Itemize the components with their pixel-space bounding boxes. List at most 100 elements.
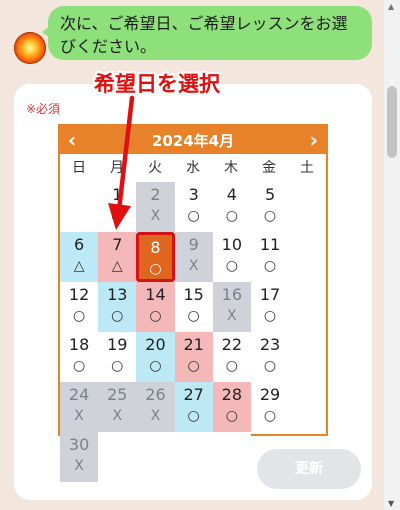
- day-number: 20: [145, 335, 166, 354]
- availability-mark: ○: [263, 258, 277, 274]
- calendar-empty-cell: [98, 432, 137, 482]
- availability-mark: ○: [187, 208, 200, 224]
- day-number: 6: [74, 235, 85, 254]
- update-button[interactable]: 更新: [257, 449, 361, 489]
- day-number: 26: [145, 385, 166, 404]
- calendar-day-cell[interactable]: 5 ○: [251, 182, 289, 232]
- day-number: 21: [183, 335, 204, 354]
- calendar-day-cell[interactable]: 7 △: [98, 232, 137, 282]
- availability-mark: X: [188, 258, 199, 274]
- availability-mark: X: [150, 208, 161, 224]
- weekday-label: 火: [148, 160, 162, 176]
- day-number: 11: [259, 235, 281, 254]
- calendar-day-cell[interactable]: 3 ○: [175, 182, 213, 232]
- day-number: 1: [112, 185, 123, 204]
- calendar-day-cell[interactable]: 6 △: [60, 232, 99, 282]
- calendar-day-cell[interactable]: 8 ○: [136, 232, 175, 282]
- calendar-empty-cell: [174, 432, 213, 482]
- availability-mark: ○: [187, 358, 200, 374]
- calendar-day-cell[interactable]: 11 ○: [251, 232, 289, 282]
- scroll-up-icon[interactable]: ▲: [388, 2, 394, 11]
- availability-mark: X: [74, 458, 84, 474]
- page-scrollbar[interactable]: ▲ ▼: [384, 0, 400, 510]
- day-number: 7: [112, 235, 123, 254]
- availability-mark: ○: [225, 258, 238, 274]
- day-number: 22: [221, 335, 243, 354]
- availability-mark: X: [227, 308, 237, 324]
- calendar-empty-cell: [60, 182, 99, 232]
- calendar-day-cell[interactable]: 17 ○: [251, 282, 289, 332]
- calendar-day-cell[interactable]: 9X: [174, 232, 213, 282]
- availability-mark: △: [111, 258, 123, 274]
- calendar-day-cell[interactable]: 2X: [136, 182, 175, 232]
- calendar-day-cell[interactable]: 10 ○: [213, 232, 251, 282]
- availability-mark: ○: [111, 358, 124, 374]
- availability-mark: X: [150, 408, 161, 424]
- calendar: ‹ 2024年4月 › 日月火水木金土 1 ○ 2 X 3 ○ 4 ○ 5 ○ 6 △ 7 △ 8 ○ 9 X 10…: [58, 124, 328, 482]
- calendar-day-cell[interactable]: 25 X: [98, 382, 137, 432]
- form-card: ※必須 ‹ 2024年4月 › 日月火水木金土 1 ○ 2 X 3 ○ 4 ○ 5 ○ 6 △ 7 △ 8 ○…: [14, 84, 372, 500]
- availability-mark: ○: [149, 308, 162, 324]
- calendar-day-cell[interactable]: 13 ○: [98, 282, 137, 332]
- calendar-day-cell[interactable]: 14 ○: [136, 282, 175, 332]
- chevron-left-icon[interactable]: ‹: [68, 130, 76, 150]
- day-number: 8: [150, 238, 161, 257]
- required-label: ※必須: [26, 102, 61, 116]
- chat-message-text: 次に、ご希望日、ご希望レッスンをお選びください。: [60, 14, 348, 56]
- day-number: 14: [145, 285, 166, 304]
- day-number: 5: [264, 185, 276, 204]
- calendar-day-cell[interactable]: 1 ○: [98, 182, 136, 232]
- day-number: 29: [259, 385, 281, 404]
- calendar-day-cell[interactable]: 26 X: [136, 382, 175, 432]
- calendar-day-cell[interactable]: 23 ○: [251, 332, 289, 382]
- day-number: 10: [221, 235, 243, 254]
- calendar-day-cell[interactable]: 19 ○: [98, 332, 136, 382]
- weekday-label: 土: [300, 160, 314, 176]
- day-number: 30: [68, 435, 90, 454]
- availability-mark: ○: [111, 308, 124, 324]
- calendar-day-cell[interactable]: 18 ○: [60, 332, 98, 382]
- calendar-day-cell[interactable]: 29 ○: [251, 382, 289, 432]
- day-number: 13: [107, 285, 128, 304]
- calendar-day-cell[interactable]: 15 ○: [175, 282, 213, 332]
- calendar-day-cell[interactable]: 22 ○: [213, 332, 251, 382]
- availability-mark: ○: [187, 308, 200, 324]
- calendar-empty-cell: [136, 432, 175, 482]
- weekday-label: 水: [186, 160, 200, 176]
- availability-mark: ○: [263, 208, 277, 224]
- availability-mark: ○: [225, 358, 238, 374]
- availability-mark: ○: [263, 408, 277, 424]
- availability-mark: ○: [72, 308, 86, 324]
- chevron-right-icon[interactable]: ›: [310, 130, 318, 150]
- availability-mark: ○: [263, 308, 277, 324]
- calendar-day-cell[interactable]: 28 ○: [212, 382, 251, 432]
- day-number: 28: [221, 385, 243, 404]
- day-number: 15: [183, 285, 204, 304]
- availability-mark: ○: [225, 208, 238, 224]
- calendar-day-cell[interactable]: 16 X: [212, 282, 251, 332]
- calendar-grid: 1 ○ 2 X 3 ○ 4 ○ 5 ○ 6 △ 7 △ 8 ○ 9 X 10 ○ 11 ○ 12 ○ 13 ○ 14 ○ 15 ○ 16 X 1…: [60, 182, 326, 482]
- calendar-day-cell[interactable]: 30 X: [60, 432, 99, 482]
- day-number: 2: [150, 185, 161, 204]
- day-number: 19: [107, 335, 128, 354]
- day-number: 17: [259, 285, 281, 304]
- availability-mark: △: [73, 258, 85, 274]
- calendar-day-cell[interactable]: 21 ○: [174, 332, 213, 382]
- weekday-label: 日: [72, 160, 86, 176]
- scroll-down-icon[interactable]: ▼: [388, 499, 394, 508]
- calendar-day-cell[interactable]: 27 ○: [174, 382, 213, 432]
- weekday-label: 金: [262, 160, 276, 176]
- weekday-label: 月: [110, 160, 124, 176]
- day-number: 18: [68, 335, 90, 354]
- calendar-day-cell[interactable]: 20 ○: [136, 332, 175, 382]
- chat-message-bubble: 次に、ご希望日、ご希望レッスンをお選びください。: [42, 6, 372, 60]
- availability-mark: X: [74, 408, 84, 424]
- calendar-title: 2024年4月: [151, 131, 235, 150]
- weekday-header-row: 日月火水木金土: [60, 154, 326, 182]
- calendar-day-cell[interactable]: 4 ○: [213, 182, 251, 232]
- scrollbar-thumb[interactable]: [387, 86, 397, 158]
- availability-mark: ○: [149, 261, 162, 277]
- day-number: 9: [188, 235, 199, 254]
- calendar-day-cell[interactable]: 24 X: [60, 382, 99, 432]
- calendar-day-cell[interactable]: 12 ○: [60, 282, 98, 332]
